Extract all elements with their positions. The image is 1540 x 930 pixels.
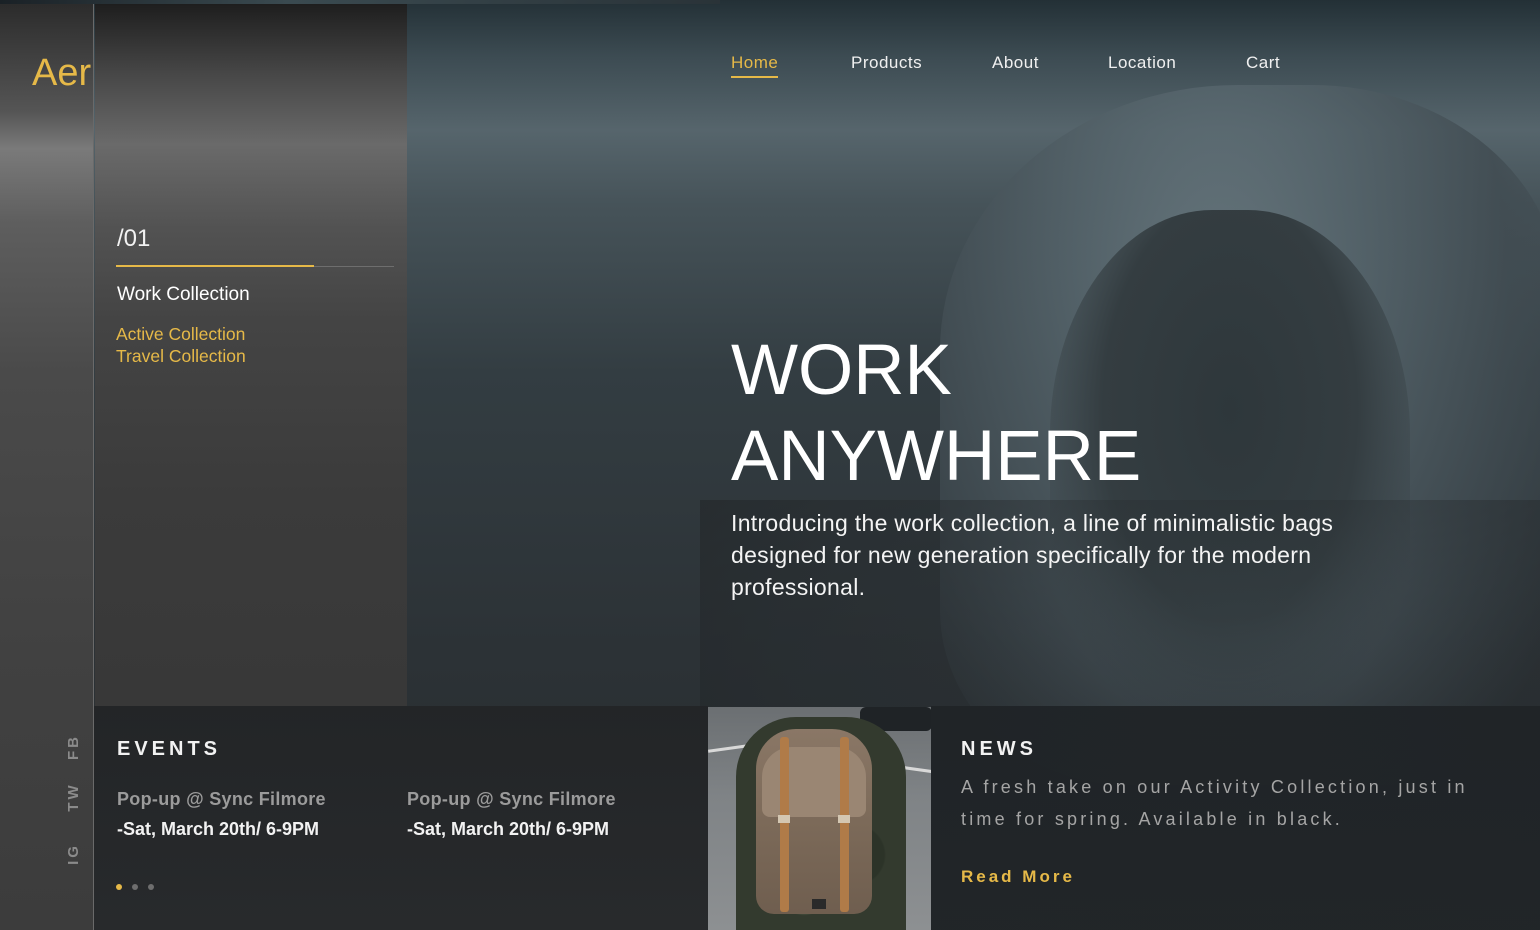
news-text: A fresh take on our Activity Collection,…	[961, 777, 1468, 829]
news-heading: NEWS	[961, 738, 1037, 760]
nav-about[interactable]: About	[992, 53, 1039, 73]
collection-link-active[interactable]: Active Collection	[116, 324, 245, 345]
current-collection-title: Work Collection	[117, 284, 250, 305]
hero-description: Introducing the work collection, a line …	[731, 510, 1334, 600]
backpack-buckle	[778, 815, 790, 823]
slide-progress-bar	[116, 265, 314, 267]
nav-cart[interactable]: Cart	[1246, 53, 1280, 73]
hero-title-line2: ANYWHERE	[731, 417, 1142, 496]
pagination-dot-3[interactable]	[148, 884, 154, 890]
backpack-flap	[762, 747, 866, 817]
backpack-strap	[780, 737, 789, 912]
backpack-strap	[840, 737, 849, 912]
nav-home[interactable]: Home	[731, 53, 779, 78]
brand-logo[interactable]: Aer	[32, 52, 94, 95]
facebook-link[interactable]: FB	[60, 734, 86, 760]
backpack-photo	[708, 707, 931, 930]
event-name[interactable]: Pop-up @ Sync Filmore	[407, 789, 616, 810]
nav-products[interactable]: Products	[851, 53, 922, 73]
pagination-dot-1[interactable]	[116, 884, 122, 890]
event-name[interactable]: Pop-up @ Sync Filmore	[117, 789, 326, 810]
pagination-dot-2[interactable]	[132, 884, 138, 890]
instagram-link[interactable]: IG	[60, 841, 86, 867]
backpack-buckle	[838, 815, 850, 823]
events-heading: EVENTS	[117, 738, 222, 760]
slide-number: /01	[117, 225, 151, 252]
hero-title: WORK ANYWHERE	[731, 328, 1141, 500]
event-date: -Sat, March 20th/ 6-9PM	[407, 819, 610, 839]
event-date: -Sat, March 20th/ 6-9PM	[117, 819, 320, 839]
twitter-link[interactable]: TW	[60, 782, 86, 811]
backpack-label	[812, 899, 826, 909]
events-pagination	[116, 884, 154, 890]
collection-link-travel[interactable]: Travel Collection	[116, 346, 246, 367]
nav-location[interactable]: Location	[1108, 53, 1176, 73]
read-more-link[interactable]: Read More	[961, 867, 1075, 887]
hero-title-line1: WORK	[731, 331, 952, 410]
